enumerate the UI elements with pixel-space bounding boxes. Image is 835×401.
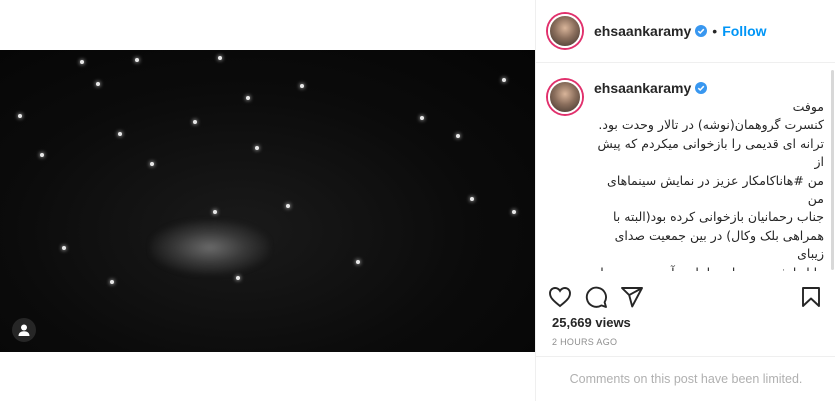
caption-header: ehsaankaramy: [594, 80, 824, 96]
post-side-panel: ehsaankaramy • Follow ehsaankaramy موفت …: [535, 0, 835, 401]
light-dot: [80, 60, 84, 64]
light-dot: [150, 162, 154, 166]
comments-scrollbar[interactable]: [831, 70, 834, 270]
caption-avatar[interactable]: [548, 80, 582, 114]
share-icon[interactable]: [620, 285, 644, 309]
light-dot: [218, 56, 222, 60]
caption-username[interactable]: ehsaankaramy: [594, 80, 691, 96]
light-dot: [502, 78, 506, 82]
caption-body: ehsaankaramy موفت کنسرت گروهمان(نوشه) در…: [594, 80, 824, 271]
light-dot: [236, 276, 240, 280]
light-dot: [286, 204, 290, 208]
post-media[interactable]: [0, 50, 535, 352]
follow-button[interactable]: Follow: [722, 23, 766, 39]
bookmark-icon[interactable]: [799, 285, 823, 309]
post-header: ehsaankaramy • Follow: [536, 0, 835, 63]
light-dot: [300, 84, 304, 88]
comments-area[interactable]: ehsaankaramy موفت کنسرت گروهمان(نوشه) در…: [536, 64, 835, 271]
verified-badge-icon: [695, 25, 708, 37]
light-dot: [420, 116, 424, 120]
view-count[interactable]: 25,669 views: [552, 315, 631, 330]
stage-glow: [150, 220, 270, 275]
caption-text: موفت کنسرت گروهمان(نوشه) در تالار وحدت ب…: [597, 99, 824, 271]
comment-icon[interactable]: [584, 285, 608, 309]
action-bar: [548, 282, 823, 312]
light-dot: [62, 246, 66, 250]
light-dot: [193, 120, 197, 124]
light-dot: [18, 114, 22, 118]
light-dot: [356, 260, 360, 264]
user-tag-icon: [18, 324, 30, 336]
caption-comment: ehsaankaramy موفت کنسرت گروهمان(نوشه) در…: [536, 64, 835, 271]
light-dot: [135, 58, 139, 62]
light-dot: [118, 132, 122, 136]
verified-badge-icon: [695, 82, 708, 94]
light-dot: [110, 280, 114, 284]
header-username[interactable]: ehsaankaramy: [594, 23, 691, 39]
light-dot: [512, 210, 516, 214]
light-dot: [255, 146, 259, 150]
light-dot: [40, 153, 44, 157]
post-timestamp[interactable]: 2 HOURS AGO: [552, 337, 617, 347]
light-dot: [213, 210, 217, 214]
light-dot: [96, 82, 100, 86]
light-dot: [470, 197, 474, 201]
light-dot: [456, 134, 460, 138]
user-tag-button[interactable]: [12, 318, 36, 342]
comments-limited-notice: Comments on this post have been limited.: [536, 356, 835, 401]
light-dot: [246, 96, 250, 100]
avatar[interactable]: [548, 14, 582, 48]
heart-icon[interactable]: [548, 285, 572, 309]
separator-dot: •: [712, 23, 718, 39]
